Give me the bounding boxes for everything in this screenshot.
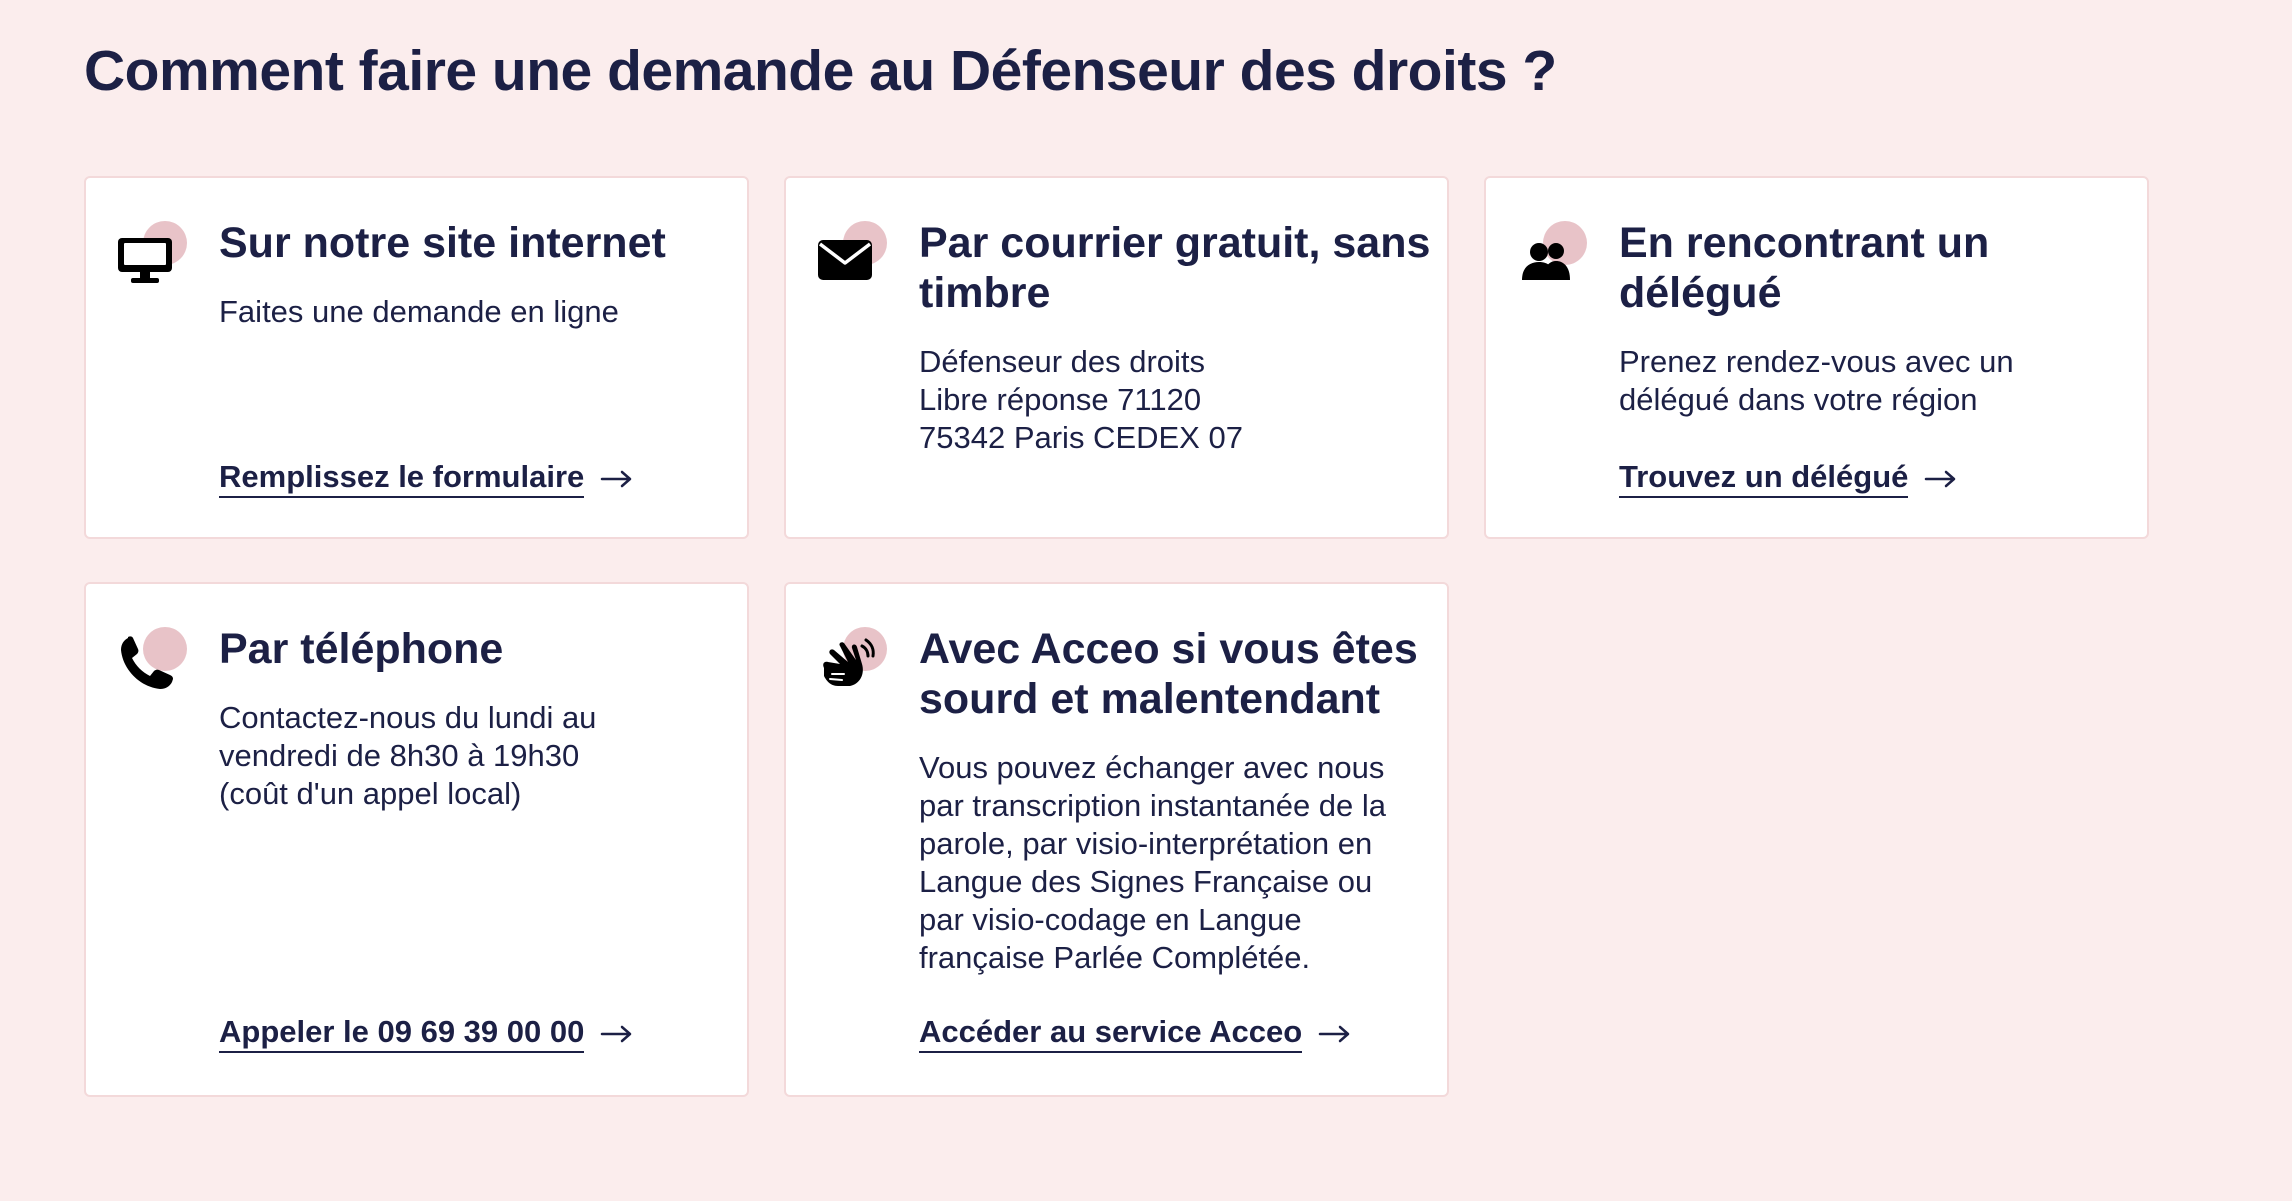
find-delegate-link[interactable]: Trouvez un délégué bbox=[1619, 459, 1958, 498]
card-title: Par courrier gratuit, sans timbre bbox=[919, 219, 1431, 317]
arrow-right-icon bbox=[1924, 469, 1958, 489]
link-label: Trouvez un délégué bbox=[1619, 459, 1909, 498]
mail-address-line-3: 75342 Paris CEDEX 07 bbox=[919, 420, 1243, 455]
card-website: Sur notre site internet Faites une deman… bbox=[84, 176, 749, 539]
card-description: Vous pouvez échanger avec nous par trans… bbox=[919, 750, 1387, 975]
sign-language-icon bbox=[810, 624, 890, 704]
card-title: Avec Acceo si vous êtes sourd et malente… bbox=[919, 625, 1418, 723]
desktop-icon bbox=[110, 218, 190, 298]
card-description: Faites une demande en ligne bbox=[219, 294, 619, 329]
card-description: Contactez-nous du lundi au vendredi de 8… bbox=[219, 700, 597, 811]
mail-address-line-2: Libre réponse 71120 bbox=[919, 382, 1202, 417]
link-label: Appeler le 09 69 39 00 00 bbox=[219, 1014, 585, 1053]
card-delegate: En rencontrant un délégué Prenez rendez-… bbox=[1484, 176, 2149, 539]
card-title: En rencontrant un délégué bbox=[1619, 219, 1990, 317]
envelope-icon bbox=[810, 218, 890, 298]
card-title: Par téléphone bbox=[219, 625, 504, 673]
card-mail: Par courrier gratuit, sans timbre Défens… bbox=[784, 176, 1449, 539]
call-phone-link[interactable]: Appeler le 09 69 39 00 00 bbox=[219, 1014, 634, 1053]
users-icon bbox=[1510, 218, 1590, 298]
phone-icon bbox=[110, 624, 190, 704]
link-label: Accéder au service Acceo bbox=[919, 1014, 1303, 1053]
arrow-right-icon bbox=[1318, 1024, 1352, 1044]
page-title: Comment faire une demande au Défenseur d… bbox=[84, 39, 1557, 103]
card-description: Prenez rendez-vous avec un délégué dans … bbox=[1619, 344, 2014, 417]
mail-address-line-1: Défenseur des droits bbox=[919, 344, 1206, 379]
arrow-right-icon bbox=[600, 469, 634, 489]
card-title: Sur notre site internet bbox=[219, 219, 666, 267]
card-acceo: Avec Acceo si vous êtes sourd et malente… bbox=[784, 582, 1449, 1097]
arrow-right-icon bbox=[600, 1024, 634, 1044]
card-phone: Par téléphone Contactez-nous du lundi au… bbox=[84, 582, 749, 1097]
acceo-service-link[interactable]: Accéder au service Acceo bbox=[919, 1014, 1352, 1053]
link-label: Remplissez le formulaire bbox=[219, 459, 585, 498]
fill-form-link[interactable]: Remplissez le formulaire bbox=[219, 459, 634, 498]
